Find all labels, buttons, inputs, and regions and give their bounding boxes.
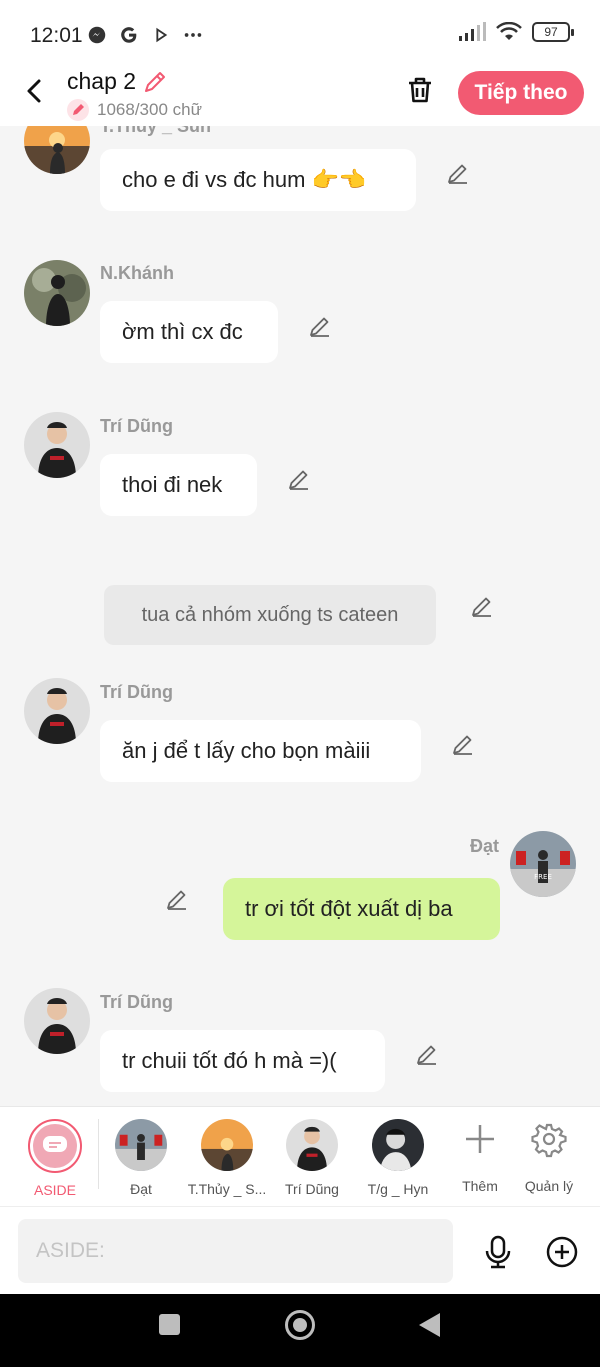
character-dat[interactable]: Đạt [91, 1119, 191, 1197]
next-button[interactable]: Tiếp theo [458, 71, 584, 115]
wifi-icon [496, 22, 522, 40]
pencil-icon [67, 99, 89, 121]
sender-name: N.Khánh [100, 263, 174, 283]
message-bubble-mine[interactable]: tr ơi tốt đột xuất dị ba [223, 878, 500, 940]
edit-message-icon[interactable] [445, 160, 471, 186]
status-time: 12:01 [30, 24, 83, 47]
sender-name: T.Thủy _ Sun [100, 126, 212, 136]
signal-icon [459, 22, 486, 41]
avatar-tri-dung[interactable] [24, 988, 90, 1054]
avatar [201, 1119, 253, 1171]
character-label: Đạt [130, 1181, 152, 1197]
message-bubble[interactable]: ờm thì cx đc [100, 301, 278, 363]
edit-message-icon[interactable] [164, 886, 190, 912]
edit-message-icon[interactable] [414, 1041, 440, 1067]
google-icon [121, 27, 137, 43]
avatar-thuy[interactable] [24, 126, 90, 174]
character-aside[interactable]: ASIDE [5, 1119, 105, 1198]
system-nav-bar [0, 1294, 600, 1367]
system-icons: 97 [458, 22, 574, 42]
messenger-icon [88, 26, 106, 44]
word-count-text: 1068/300 chữ [97, 100, 202, 119]
trash-icon[interactable] [404, 74, 436, 106]
top-bar: chap 2 1068/300 chữ Tiếp theo [0, 64, 600, 126]
edit-message-icon[interactable] [469, 593, 495, 619]
avatar [372, 1119, 424, 1171]
sender-name: Trí Dũng [100, 682, 173, 702]
chapter-title[interactable]: chap 2 [67, 68, 168, 95]
gear-icon [531, 1123, 567, 1158]
chat-area[interactable]: T.Thủy _ Sun cho e đi vs đc hum 👉👈 N.Khá… [0, 126, 600, 1106]
narration-bubble[interactable]: tua cả nhóm xuống ts cateen [104, 585, 436, 645]
status-bar: 12:01 97 [0, 0, 600, 64]
battery-icon: 97 [532, 22, 574, 42]
play-icon [156, 27, 168, 43]
microphone-icon[interactable] [482, 1235, 514, 1269]
message-bubble[interactable]: thoi đi nek [100, 454, 257, 516]
edit-message-icon[interactable] [307, 313, 333, 339]
more-icon [184, 33, 202, 37]
message-input[interactable] [18, 1219, 453, 1283]
home-icon[interactable] [285, 1310, 315, 1340]
notification-icons [86, 24, 204, 46]
word-count: 1068/300 chữ [67, 99, 202, 121]
character-label: ASIDE [33, 1182, 76, 1198]
sender-name: Đạt [470, 836, 500, 856]
add-circle-icon[interactable] [546, 1236, 578, 1268]
input-bar [0, 1206, 600, 1294]
avatar-dat[interactable]: FREE [510, 831, 576, 897]
edit-title-icon[interactable] [142, 69, 168, 95]
edit-message-icon[interactable] [450, 731, 476, 757]
avatar-khanh[interactable] [24, 260, 90, 326]
avatar-tri-dung[interactable] [24, 412, 90, 478]
chapter-title-text: chap 2 [67, 68, 137, 94]
manage-button[interactable]: Quản lý [499, 1119, 599, 1194]
character-bar: ASIDE Đạt T.Thủy _ S... Trí Dũng T/g _ H… [0, 1106, 600, 1206]
character-tri-dung[interactable]: Trí Dũng [262, 1119, 362, 1197]
back-arrow-icon[interactable] [20, 76, 50, 106]
sender-name: Trí Dũng [100, 992, 173, 1012]
back-triangle-icon[interactable] [419, 1313, 440, 1337]
recents-icon[interactable] [159, 1314, 180, 1335]
edit-message-icon[interactable] [286, 466, 312, 492]
sender-name: Trí Dũng [100, 416, 173, 436]
svg-text:FREE: FREE [534, 873, 552, 881]
chat-bubble-icon [43, 1136, 67, 1152]
avatar [115, 1119, 167, 1171]
character-label: Quản lý [524, 1178, 574, 1194]
aside-avatar [28, 1119, 82, 1173]
character-label: Trí Dũng [285, 1181, 339, 1197]
avatar [286, 1119, 338, 1171]
message-bubble[interactable]: cho e đi vs đc hum 👉👈 [100, 149, 416, 211]
message-bubble[interactable]: ăn j để t lấy cho bọn màiii [100, 720, 421, 782]
avatar-tri-dung[interactable] [24, 678, 90, 744]
message-bubble[interactable]: tr chuii tốt đó h mà =)( [100, 1030, 385, 1092]
